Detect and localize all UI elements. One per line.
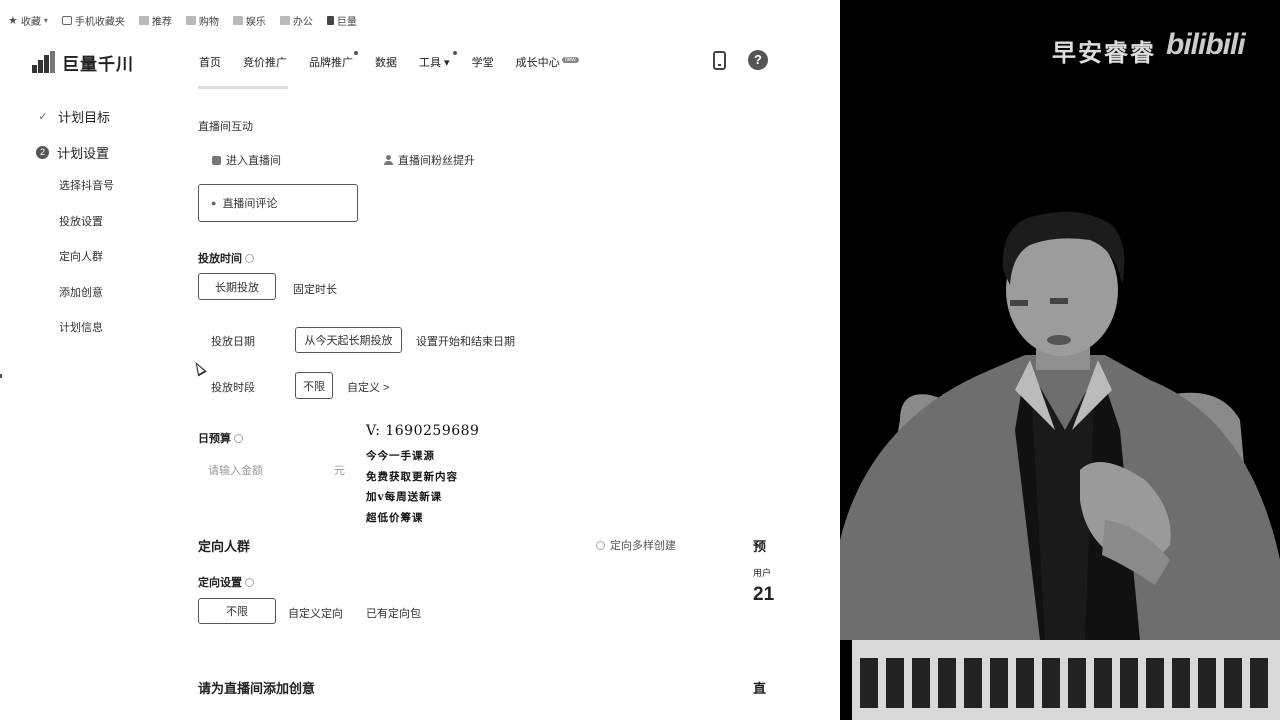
folder-icon xyxy=(138,15,149,25)
nav-brand-promotion[interactable]: 品牌推广 xyxy=(298,51,364,70)
user-icon xyxy=(384,155,393,165)
substep-select-douyin[interactable]: 选择抖音号 xyxy=(36,176,114,212)
long-term-button[interactable]: 长期投放 xyxy=(198,273,276,300)
option-comment-selected[interactable]: ● 直播间评论 xyxy=(198,184,358,222)
option-enter-room[interactable]: 进入直播间 xyxy=(212,152,281,168)
preview-title-cut: 预 xyxy=(753,539,767,554)
logo-icon xyxy=(32,51,56,73)
daily-budget-label: 日预算 xyxy=(198,430,243,446)
delivery-time-label: 投放时间 xyxy=(198,250,254,266)
budget-input[interactable]: 请输入金额 xyxy=(208,462,263,478)
bookmark-entertainment[interactable]: 娱乐 xyxy=(232,13,266,28)
substep-plan-info[interactable]: 计划信息 xyxy=(36,318,114,354)
set-dates-option[interactable]: 设置开始和结束日期 xyxy=(416,333,515,349)
nav-growth-center[interactable]: 成长中心 new xyxy=(505,54,590,70)
nav-academy[interactable]: 学堂 xyxy=(461,54,505,70)
new-badge: new xyxy=(561,57,579,63)
substep-delivery-settings[interactable]: 投放设置 xyxy=(36,212,114,248)
info-icon xyxy=(234,434,243,443)
delivery-period-label: 投放时段 xyxy=(211,382,255,394)
fixed-duration-option[interactable]: 固定时长 xyxy=(293,281,337,297)
from-today-button[interactable]: 从今天起长期投放 xyxy=(295,327,402,353)
step-number-icon: 2 xyxy=(36,145,49,159)
plan-form: 直播间互动 进入直播间 直播间粉丝提升 ● 直播间评论 投放时间 长期投放 固定… xyxy=(198,84,840,720)
bilibili-logo: bilibili xyxy=(1166,28,1246,61)
preview-user-label-cut: 用户 xyxy=(753,568,772,578)
interaction-label: 直播间互动 xyxy=(198,121,253,133)
budget-unit: 元 xyxy=(334,465,345,477)
bookmark-juliang[interactable]: 巨量 xyxy=(326,13,357,28)
folder-icon xyxy=(232,15,243,25)
scroll-marker xyxy=(0,374,2,378)
targeting-multi-create[interactable]: 定向多样创建 xyxy=(596,537,676,553)
promo-overlay: V: 1690259689 今今一手课源 免费获取更新内容 加v每周送新课 超低… xyxy=(366,423,479,530)
targeting-title: 定向人群 xyxy=(198,539,251,554)
target-unlimited-button[interactable]: 不限 xyxy=(198,598,276,624)
mobile-icon[interactable] xyxy=(713,50,726,70)
main-menu: 首页 竞价推广 品牌推广 数据 工具 ▾ 学堂 成长中心 new xyxy=(188,51,590,70)
substep-targeting[interactable]: 定向人群 xyxy=(36,247,114,283)
period-custom-option[interactable]: 自定义 > xyxy=(347,379,389,395)
browser-window: ★ 收藏 ▾ 手机收藏夹 推荐 购物 娱乐 办公 巨量 巨量千川 首页 竞价推广… xyxy=(0,0,840,720)
webcam-video-panel: 早安睿睿 bilibili xyxy=(840,0,1280,720)
dropdown-arrow-icon: ▾ xyxy=(43,15,48,25)
preview-number-cut: 21 xyxy=(753,584,775,605)
folder-icon xyxy=(185,15,196,25)
check-icon: ✓ xyxy=(38,110,48,123)
top-navigation: 巨量千川 首页 竞价推广 品牌推广 数据 工具 ▾ 学堂 成长中心 new ? xyxy=(0,40,840,84)
info-icon xyxy=(245,578,254,587)
scrolled-content-edge xyxy=(198,86,288,89)
info-icon xyxy=(245,254,254,263)
bookmark-favorites[interactable]: ★ 收藏 ▾ xyxy=(8,13,48,28)
live-preview-cut: 直 xyxy=(753,681,767,696)
target-existing-package[interactable]: 已有定向包 xyxy=(366,605,421,621)
top-right-actions: ? xyxy=(713,50,768,70)
star-icon: ★ xyxy=(8,14,18,27)
promo-line: 超低价筹课 xyxy=(366,511,424,524)
step-plan-settings[interactable]: 2 计划设置 xyxy=(36,140,114,164)
bookmark-recommend[interactable]: 推荐 xyxy=(138,13,172,28)
promo-line: 免费获取更新内容 xyxy=(366,470,458,483)
app-logo[interactable]: 巨量千川 xyxy=(32,50,134,75)
phone-icon xyxy=(61,15,72,25)
help-icon[interactable]: ? xyxy=(748,50,768,70)
calendar-icon xyxy=(212,155,221,165)
nav-data[interactable]: 数据 xyxy=(364,54,408,70)
substep-add-creative[interactable]: 添加创意 xyxy=(36,283,114,319)
nav-tools[interactable]: 工具 ▾ xyxy=(408,51,461,70)
nav-home[interactable]: 首页 xyxy=(188,54,232,70)
presenter-video xyxy=(840,0,1280,720)
step-plan-goal[interactable]: ✓ 计划目标 xyxy=(36,104,114,128)
bookmark-shopping[interactable]: 购物 xyxy=(185,13,219,28)
folder-icon xyxy=(279,15,290,25)
period-unlimited-button[interactable]: 不限 xyxy=(295,372,333,399)
settings-icon xyxy=(596,540,605,550)
comment-icon: ● xyxy=(211,198,217,208)
targeting-setting-label: 定向设置 xyxy=(198,574,254,590)
promo-line: 加v每周送新课 xyxy=(366,491,443,503)
notification-dot xyxy=(354,51,358,55)
app-name: 巨量千川 xyxy=(62,54,134,74)
bookmarks-bar: ★ 收藏 ▾ 手机收藏夹 推荐 购物 娱乐 办公 巨量 xyxy=(0,0,840,40)
target-custom-option[interactable]: 自定义定向 xyxy=(288,605,343,621)
notification-dot xyxy=(452,51,457,55)
plan-steps-sidebar: ✓ 计划目标 2 计划设置 选择抖音号 投放设置 定向人群 添加创意 计划信息 xyxy=(36,104,114,354)
creative-title: 请为直播间添加创意 xyxy=(198,681,316,696)
option-fans-growth[interactable]: 直播间粉丝提升 xyxy=(384,152,475,168)
promo-line: 今今一手课源 xyxy=(366,450,435,462)
channel-watermark: 早安睿睿 xyxy=(1052,40,1156,67)
promo-contact: V: 1690259689 xyxy=(366,423,480,439)
bookmark-mobile[interactable]: 手机收藏夹 xyxy=(61,13,125,28)
nav-bidding-promotion[interactable]: 竞价推广 xyxy=(232,54,298,70)
bookmark-office[interactable]: 办公 xyxy=(279,13,313,28)
delivery-date-label: 投放日期 xyxy=(211,336,255,348)
app-icon xyxy=(326,15,334,25)
